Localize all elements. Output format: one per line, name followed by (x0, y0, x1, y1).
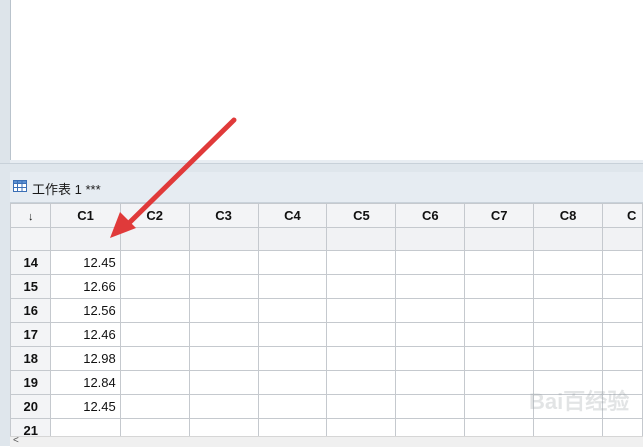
watermark-logo: Bai百经验 (515, 374, 640, 422)
watermark-text: Bai百经验 (529, 389, 630, 414)
annotation-arrow-shaft (123, 117, 237, 229)
annotation-arrow-head (110, 212, 136, 238)
